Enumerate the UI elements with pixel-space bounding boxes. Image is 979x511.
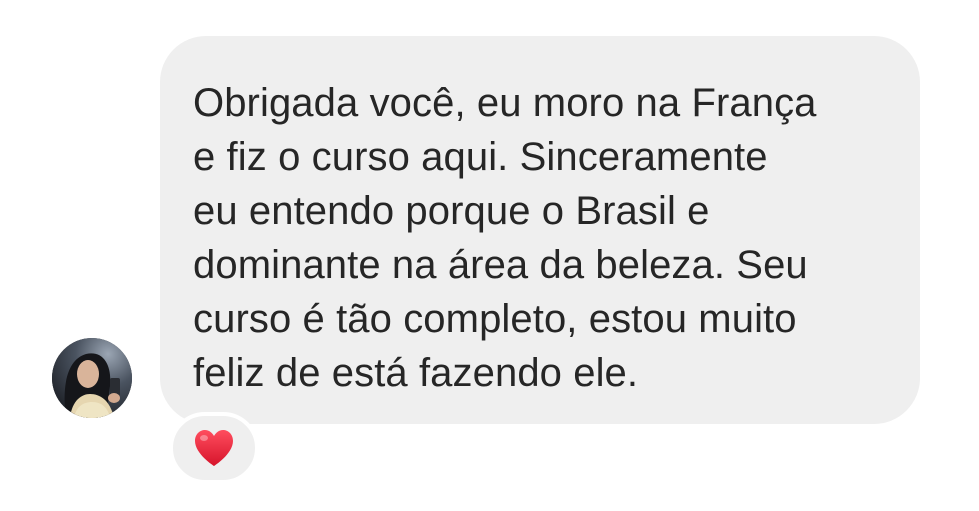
message-line: Obrigada você, eu moro na França bbox=[193, 81, 817, 125]
message-line: curso é tão completo, estou muito bbox=[193, 297, 797, 341]
avatar-photo-icon bbox=[52, 338, 132, 418]
message-line: feliz de está fazendo ele. bbox=[193, 351, 639, 395]
message-bubble[interactable]: Obrigada você, eu moro na França e fiz o… bbox=[160, 36, 920, 424]
chat-thread: Obrigada você, eu moro na França e fiz o… bbox=[0, 0, 979, 511]
message-line: dominante na área da beleza. Seu bbox=[193, 243, 808, 287]
sender-avatar[interactable] bbox=[52, 338, 132, 418]
message-line: e fiz o curso aqui. Sinceramente bbox=[193, 135, 768, 179]
heart-icon bbox=[195, 430, 233, 466]
reaction-badge[interactable] bbox=[169, 412, 259, 484]
message-line: eu entendo porque o Brasil e bbox=[193, 189, 710, 233]
